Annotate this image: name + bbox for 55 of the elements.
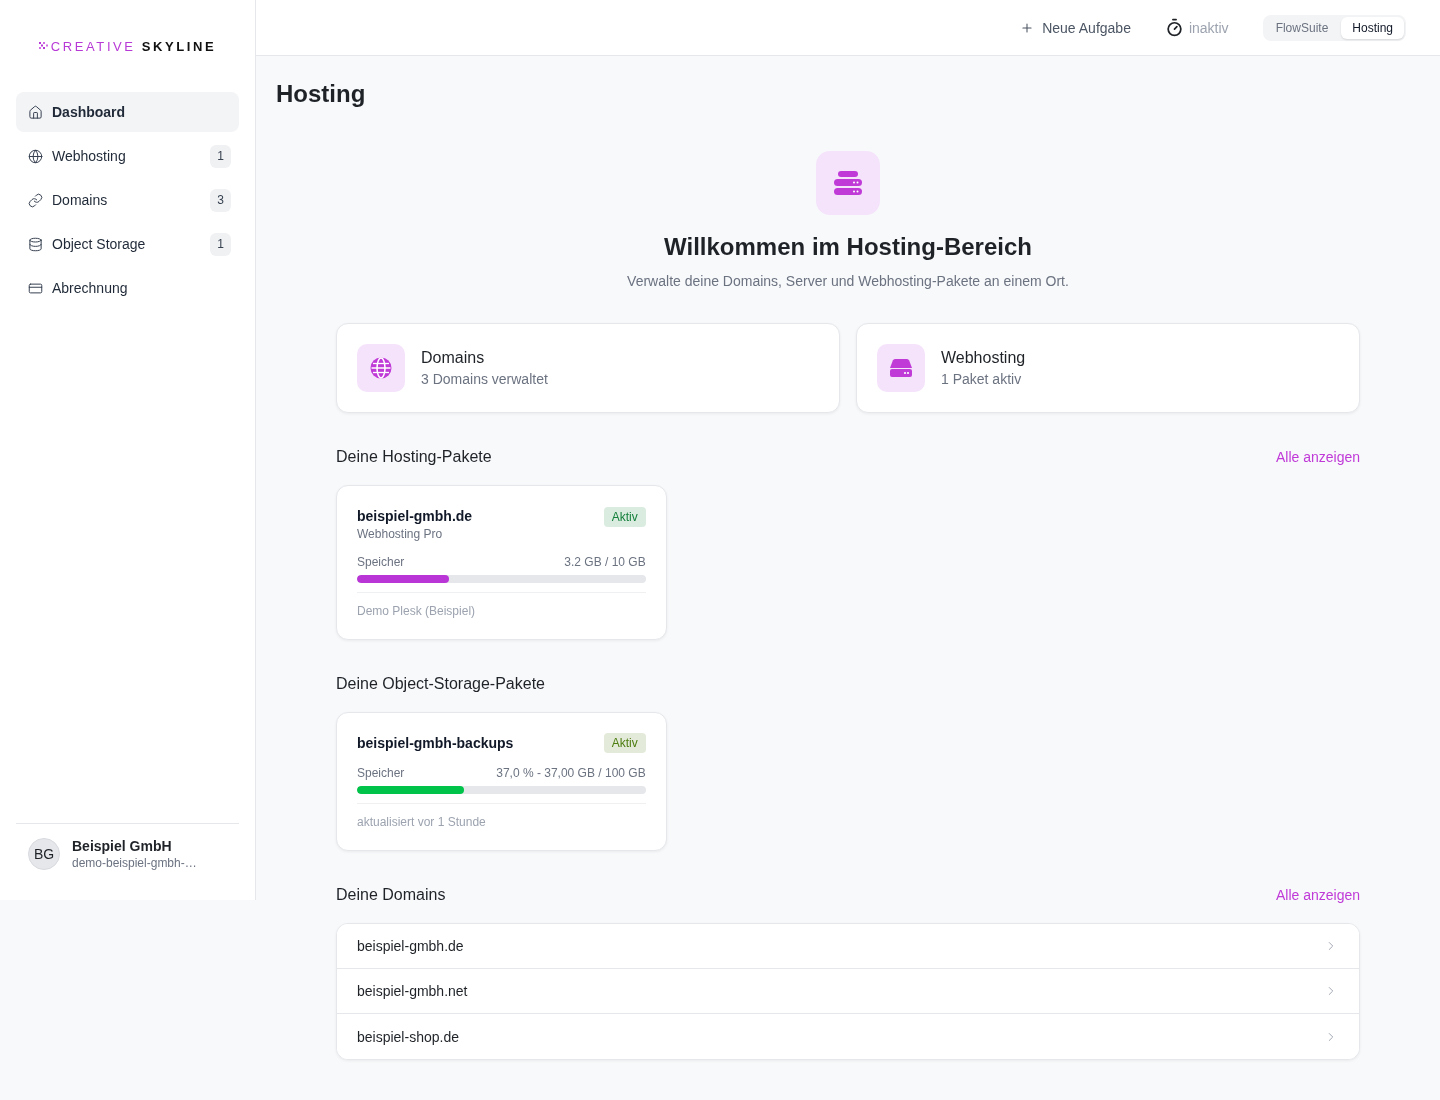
- switch-tab[interactable]: Hosting: [1341, 16, 1404, 39]
- status-badge: Aktiv: [603, 733, 646, 753]
- count-badge: 1: [210, 144, 231, 168]
- count-badge: 1: [210, 232, 231, 256]
- section-title: Deine Hosting-Pakete: [336, 448, 492, 466]
- stopwatch-icon: [1164, 18, 1184, 37]
- package-name: beispiel-gmbh.de: [357, 507, 473, 526]
- globe-icon: [370, 357, 392, 379]
- database-icon: [28, 236, 43, 252]
- usage-reading: 37,0 % - 37,00 GB / 100 GB: [496, 765, 646, 781]
- summary-title: Domains: [421, 349, 486, 367]
- account-subtitle: demo-beispiel-gmbh-…: [72, 856, 197, 870]
- show-all-link[interactable]: Alle anzeigen: [1275, 887, 1360, 903]
- summary-subtitle: 3 Domains verwaltet: [421, 371, 548, 387]
- link-icon: [28, 192, 43, 208]
- section-title: Deine Domains: [336, 886, 446, 904]
- package-note: aktualisiert vor 1 Stunde: [357, 815, 486, 829]
- section-title: Deine Object-Storage-Pakete: [336, 675, 545, 693]
- hard-drive-icon: [890, 359, 912, 377]
- domain-row[interactable]: beispiel-gmbh.de: [337, 924, 1359, 969]
- globe-icon: [28, 148, 43, 164]
- count-badge: 3: [210, 188, 231, 212]
- timer-status: inaktiv: [1188, 19, 1229, 36]
- plus-icon: [1020, 20, 1035, 35]
- home-icon: [28, 104, 43, 120]
- switch-tab[interactable]: FlowSuite: [1264, 16, 1340, 39]
- domain-row[interactable]: beispiel-shop.de: [337, 1014, 1359, 1059]
- avatar: BG: [28, 838, 60, 870]
- summary-card[interactable]: Webhosting 1 Paket aktiv: [856, 323, 1360, 413]
- package-plan: Webhosting Pro: [357, 526, 444, 542]
- new-task-button[interactable]: Neue Aufgabe: [1020, 15, 1131, 40]
- account-name: Beispiel GmbH: [72, 838, 173, 854]
- logo-icon: [38, 41, 49, 51]
- usage-reading: 3.2 GB / 10 GB: [564, 554, 646, 570]
- server-icon: [834, 171, 862, 195]
- sidebar-item[interactable]: Webhosting 1: [16, 136, 239, 176]
- sidebar-item[interactable]: Object Storage 1: [16, 224, 239, 264]
- package-name: beispiel-gmbh-backups: [357, 734, 514, 753]
- page-title: Hosting: [276, 79, 367, 109]
- logo-text: CREATIVE SKYLINE: [50, 38, 217, 54]
- status-badge: Aktiv: [603, 507, 646, 527]
- usage-label: Speicher: [357, 765, 405, 781]
- show-all-link[interactable]: Alle anzeigen: [1275, 449, 1360, 465]
- usage-label: Speicher: [357, 554, 405, 570]
- welcome-subtitle: Verwalte deine Domains, Server und Webhosting-Pakete an einem Ort.: [627, 272, 1069, 291]
- sidebar-item[interactable]: Abrechnung: [16, 268, 239, 308]
- summary-card[interactable]: Domains 3 Domains verwaltet: [336, 323, 840, 413]
- domain-row[interactable]: beispiel-gmbh.net: [337, 969, 1359, 1014]
- summary-title: Webhosting: [941, 349, 1026, 367]
- credit-card-icon: [28, 280, 43, 296]
- package-note: Demo Plesk (Beispiel): [357, 604, 476, 618]
- welcome-title: Willkommen im Hosting-Bereich: [664, 232, 1032, 262]
- summary-subtitle: 1 Paket aktiv: [941, 371, 1023, 387]
- sidebar-item[interactable]: Domains 3: [16, 180, 239, 220]
- sidebar-item[interactable]: Dashboard: [16, 92, 239, 132]
